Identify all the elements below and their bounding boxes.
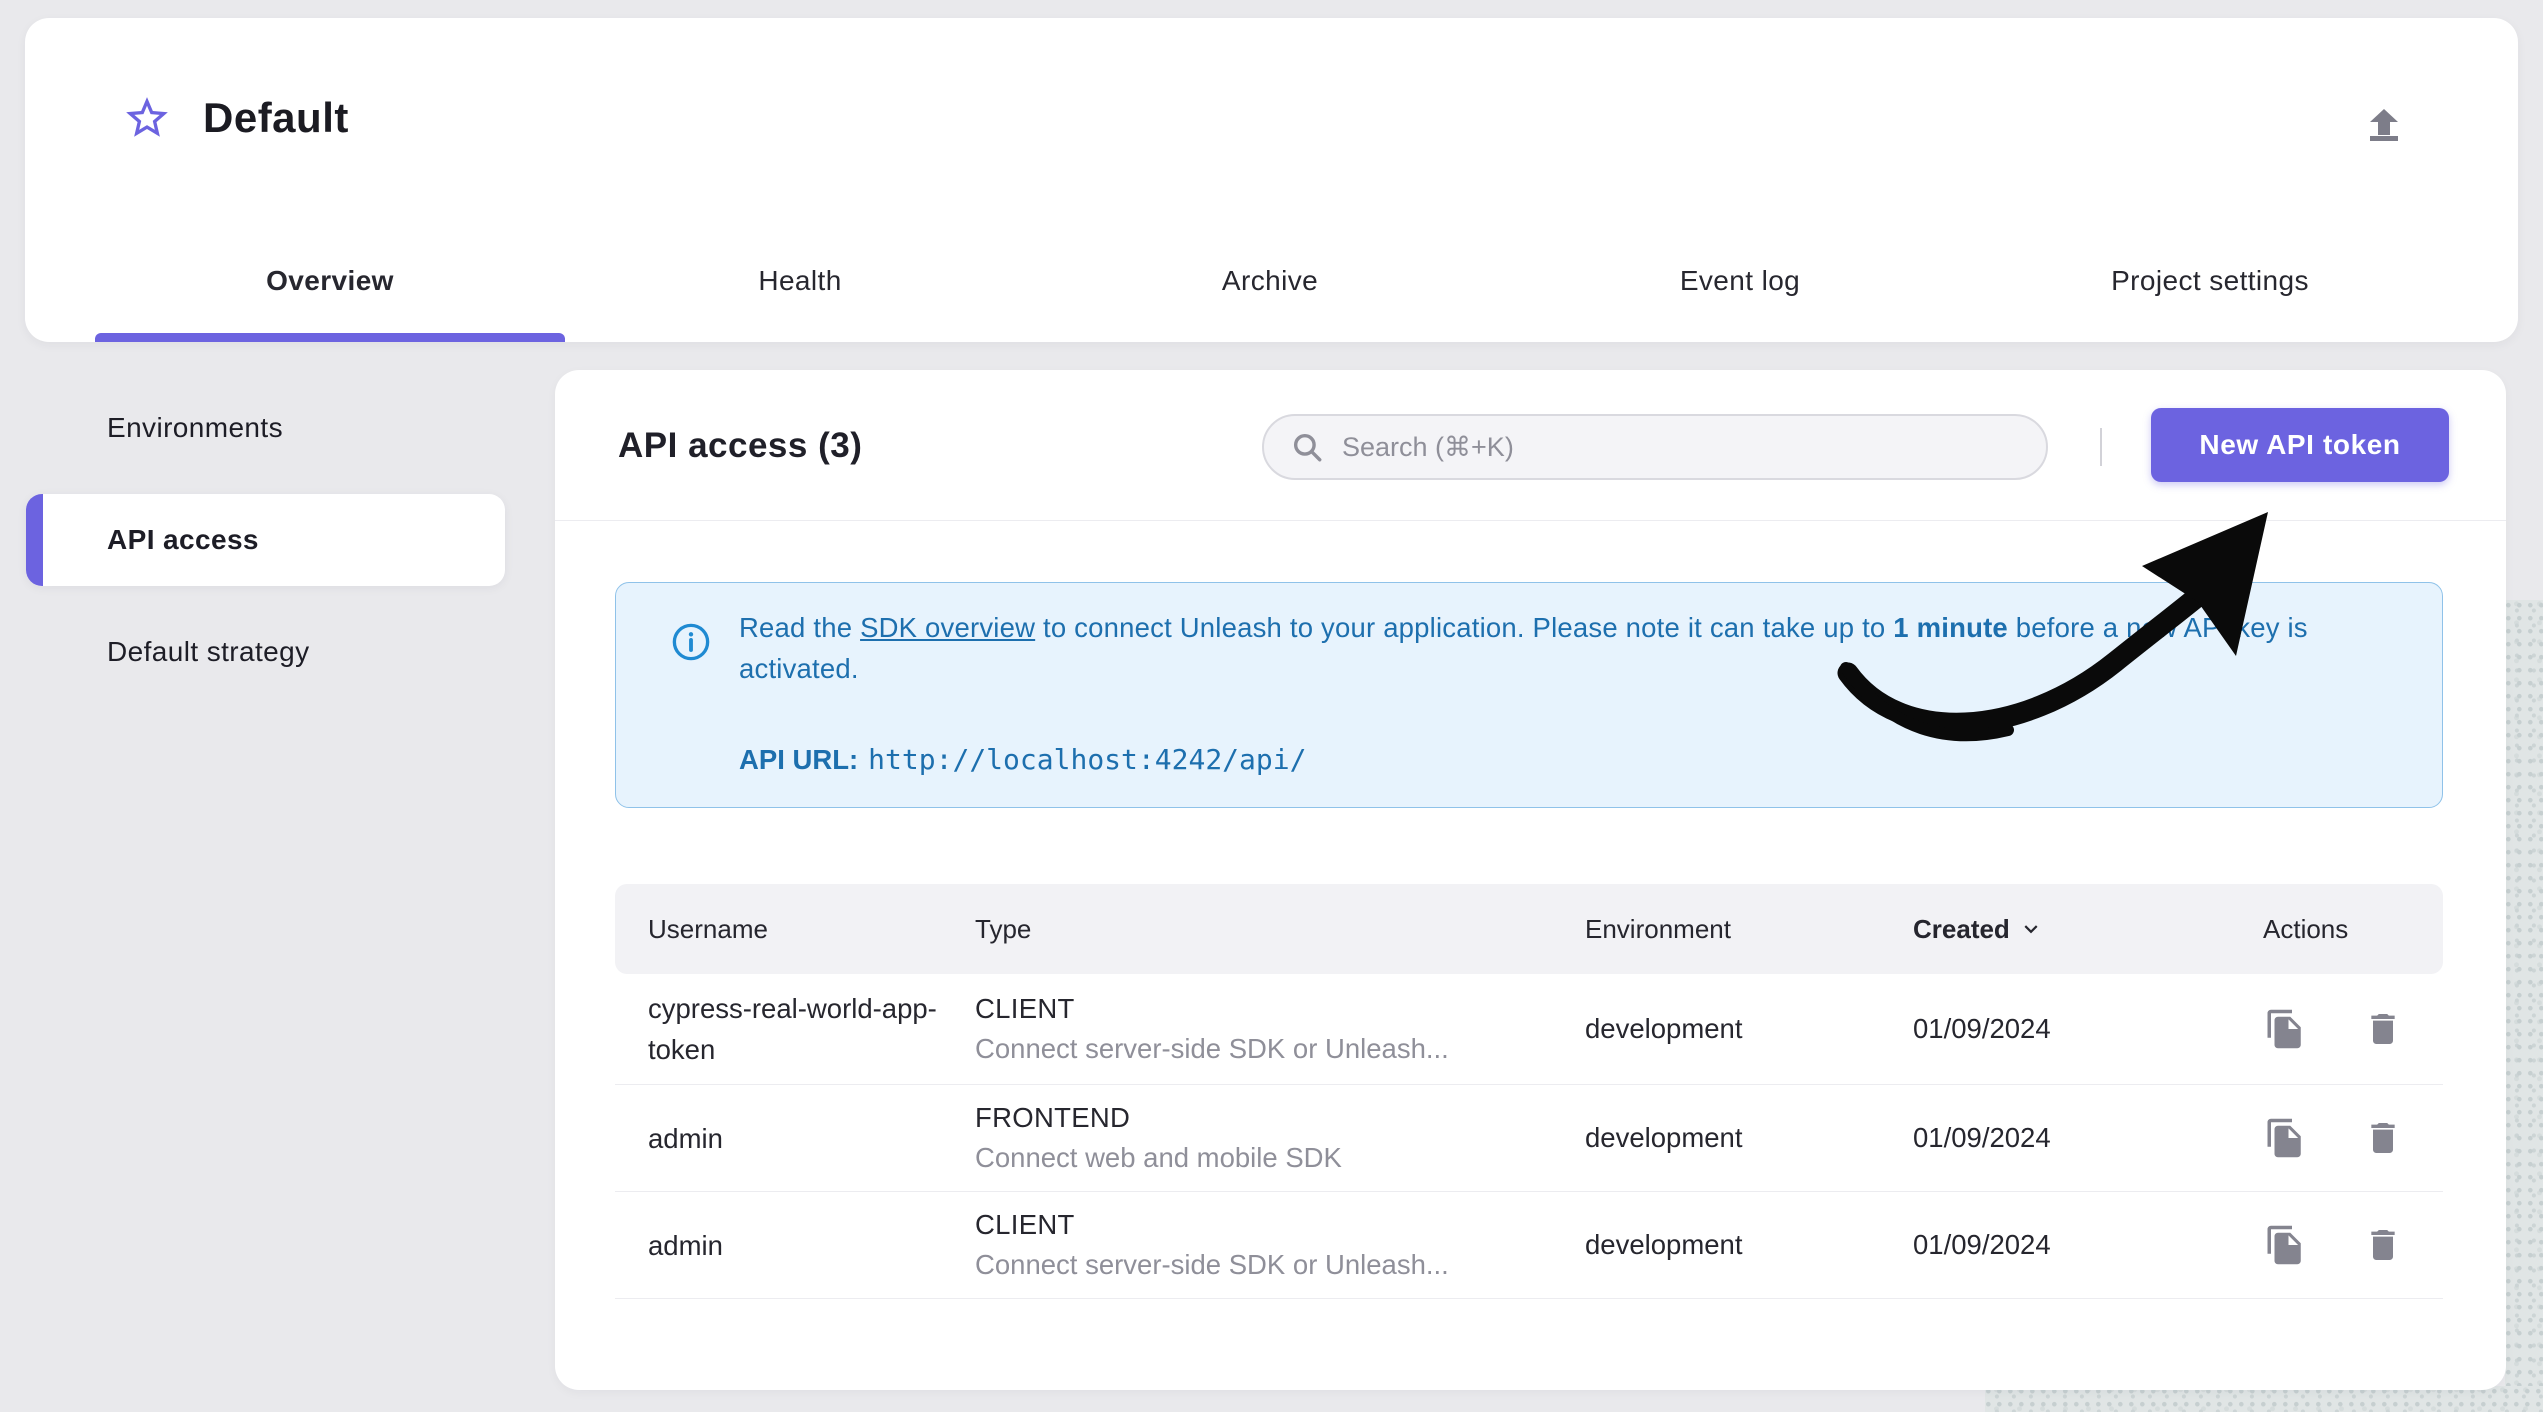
favorite-star-button[interactable] [121, 92, 173, 144]
tab-event-log[interactable]: Event log [1505, 220, 1975, 342]
tab-health[interactable]: Health [565, 220, 1035, 342]
search-icon [1293, 433, 1322, 462]
header-environment[interactable]: Environment [1585, 914, 1913, 945]
project-header-card: Default Overview Health Archive Event lo… [25, 18, 2518, 342]
header-divider [2100, 428, 2102, 466]
sidebar-item-label: Environments [107, 412, 283, 443]
sidebar-item-label: Default strategy [107, 636, 310, 667]
sdk-overview-link[interactable]: SDK overview [860, 612, 1035, 643]
token-username: admin [648, 1122, 723, 1154]
project-header: Default [121, 92, 349, 144]
token-type-cell: CLIENT Connect server-side SDK or Unleas… [975, 993, 1585, 1065]
tab-archive[interactable]: Archive [1035, 220, 1505, 342]
token-created-date: 01/09/2024 [1913, 1013, 2051, 1044]
new-api-token-button[interactable]: New API token [2151, 408, 2449, 482]
tab-label: Event log [1679, 265, 1801, 296]
copy-token-button[interactable] [2263, 1116, 2307, 1160]
token-created-date: 01/09/2024 [1913, 1122, 2051, 1153]
token-environment: development [1585, 1122, 1743, 1153]
token-type: CLIENT [975, 993, 1075, 1024]
search-box[interactable] [1262, 414, 2048, 480]
delete-token-button[interactable] [2361, 1007, 2405, 1051]
star-outline-icon [126, 97, 168, 137]
delete-token-button[interactable] [2361, 1116, 2405, 1160]
copy-icon [2267, 1009, 2301, 1049]
token-table-row: admin FRONTEND Connect web and mobile SD… [615, 1085, 2443, 1192]
tab-label: Health [758, 265, 842, 296]
delete-token-button[interactable] [2361, 1223, 2405, 1267]
token-environment: development [1585, 1229, 1743, 1260]
project-tabs: Overview Health Archive Event log Projec… [95, 220, 2445, 342]
copy-icon [2267, 1118, 2301, 1158]
token-type: CLIENT [975, 1209, 1075, 1240]
header-actions: Actions [2263, 913, 2349, 944]
token-type-cell: FRONTEND Connect web and mobile SDK [975, 1102, 1585, 1174]
trash-icon [2371, 1230, 2395, 1260]
chevron-down-icon [2024, 925, 2038, 934]
info-icon [672, 623, 710, 661]
tab-label: Archive [1221, 265, 1319, 296]
token-table-row: admin CLIENT Connect server-side SDK or … [615, 1192, 2443, 1299]
token-actions [2245, 1007, 2443, 1051]
copy-token-button[interactable] [2263, 1007, 2307, 1051]
token-table-body: cypress-real-world-app-token CLIENT Conn… [615, 974, 2443, 1299]
token-environment: development [1585, 1013, 1743, 1044]
sidebar-item-environments[interactable]: Environments [26, 382, 505, 474]
api-url-line: API URL: http://localhost:4242/api/ [739, 743, 1306, 776]
token-actions [2245, 1223, 2443, 1267]
api-tokens-table: Username Type Environment Created Action… [615, 884, 2443, 1299]
trash-icon [2371, 1123, 2395, 1153]
api-access-panel: API access (3) New API token Read the SD… [555, 370, 2506, 1390]
panel-header-separator [555, 520, 2506, 521]
token-type-description: Connect web and mobile SDK [975, 1142, 1342, 1173]
api-url-label: API URL: [739, 744, 859, 775]
export-button[interactable] [2358, 100, 2410, 152]
token-username: cypress-real-world-app-token [648, 993, 937, 1065]
token-type-description: Connect server-side SDK or Unleash... [975, 1033, 1449, 1064]
header-created-label: Created [1913, 913, 2010, 944]
token-type-cell: CLIENT Connect server-side SDK or Unleas… [975, 1209, 1585, 1281]
token-table-row: cypress-real-world-app-token CLIENT Conn… [615, 974, 2443, 1085]
upload-icon [2370, 108, 2398, 141]
copy-icon [2267, 1225, 2301, 1265]
trash-icon [2371, 1014, 2395, 1044]
table-header-row: Username Type Environment Created Action… [615, 884, 2443, 974]
token-created-date: 01/09/2024 [1913, 1229, 2051, 1260]
header-created[interactable]: Created [1913, 914, 2245, 945]
token-type: FRONTEND [975, 1102, 1131, 1133]
tab-label: Project settings [2111, 265, 2309, 296]
tab-overview[interactable]: Overview [95, 220, 565, 342]
token-type-description: Connect server-side SDK or Unleash... [975, 1249, 1449, 1280]
settings-sidebar: Environments API access Default strategy [26, 382, 505, 698]
token-actions [2245, 1116, 2443, 1160]
panel-title: API access (3) [618, 426, 863, 465]
sidebar-item-default-strategy[interactable]: Default strategy [26, 606, 505, 698]
sidebar-item-label: API access [107, 524, 259, 555]
alert-message: Read the SDK overview to connect Unleash… [739, 612, 2308, 684]
header-username[interactable]: Username [615, 914, 975, 945]
tab-label: Overview [266, 265, 394, 296]
search-input[interactable] [1342, 431, 2020, 463]
token-username: admin [648, 1229, 723, 1261]
background-texture [2505, 600, 2543, 1412]
header-type[interactable]: Type [975, 914, 1585, 945]
page-title: Default [203, 94, 349, 141]
copy-token-button[interactable] [2263, 1223, 2307, 1267]
api-url-value: http://localhost:4242/api/ [868, 743, 1307, 776]
tab-project-settings[interactable]: Project settings [1975, 220, 2445, 342]
sdk-info-alert: Read the SDK overview to connect Unleash… [615, 582, 2443, 808]
sidebar-item-api-access[interactable]: API access [26, 494, 505, 586]
